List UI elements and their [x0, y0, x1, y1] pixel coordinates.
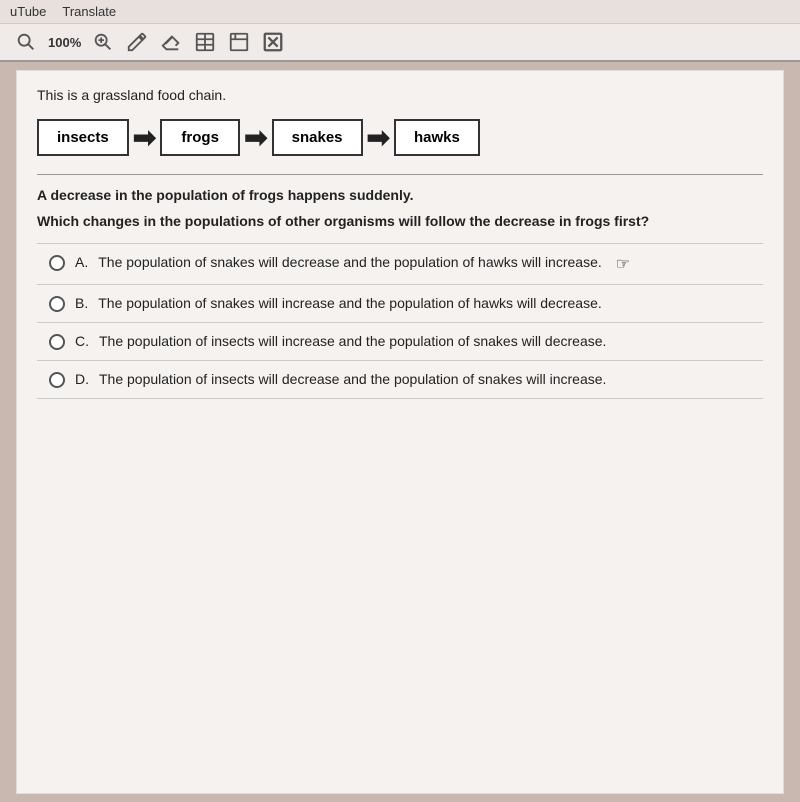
- option-b[interactable]: B. The population of snakes will increas…: [37, 285, 763, 323]
- search-area: [14, 30, 38, 54]
- chain-item-insects: insects: [37, 119, 129, 156]
- content-area: This is a grassland food chain. insects …: [16, 70, 784, 794]
- radio-b[interactable]: [49, 296, 65, 312]
- option-d[interactable]: D. The population of insects will decrea…: [37, 361, 763, 399]
- browser-tabs: uTube Translate: [10, 4, 116, 19]
- option-b-letter: B.: [75, 295, 88, 311]
- tab-translate[interactable]: Translate: [62, 4, 116, 19]
- option-b-text: The population of snakes will increase a…: [98, 295, 602, 311]
- option-c[interactable]: C. The population of insects will increa…: [37, 323, 763, 361]
- cursor-hand-icon: ☞: [616, 254, 630, 274]
- option-a-letter: A.: [75, 254, 88, 270]
- option-a-text: The population of snakes will decrease a…: [98, 254, 602, 270]
- option-d-text: The population of insects will decrease …: [99, 371, 606, 387]
- zoom-level: 100%: [48, 35, 81, 50]
- question-text: Which changes in the populations of othe…: [37, 213, 763, 229]
- toolbar: 100%: [0, 24, 800, 62]
- option-a[interactable]: A. The population of snakes will decreas…: [37, 243, 763, 285]
- search-icon[interactable]: [14, 30, 38, 54]
- option-d-letter: D.: [75, 371, 89, 387]
- option-c-letter: C.: [75, 333, 89, 349]
- close-icon[interactable]: [261, 30, 285, 54]
- intro-text: This is a grassland food chain.: [37, 87, 763, 103]
- browser-bar: uTube Translate: [0, 0, 800, 24]
- divider-1: [37, 174, 763, 175]
- pencil-icon[interactable]: [125, 30, 149, 54]
- chain-item-snakes: snakes: [272, 119, 363, 156]
- radio-c[interactable]: [49, 334, 65, 350]
- zoom-in-icon[interactable]: [91, 30, 115, 54]
- eraser-icon[interactable]: [159, 30, 183, 54]
- radio-a[interactable]: [49, 255, 65, 271]
- book-icon[interactable]: [193, 30, 217, 54]
- arrow-1: ➡: [133, 124, 156, 152]
- option-c-text: The population of insects will increase …: [99, 333, 606, 349]
- radio-d[interactable]: [49, 372, 65, 388]
- arrow-3: ➡: [367, 124, 390, 152]
- answer-options: A. The population of snakes will decreas…: [37, 243, 763, 399]
- description-text: A decrease in the population of frogs ha…: [37, 187, 763, 203]
- food-chain-diagram: insects ➡ frogs ➡ snakes ➡ hawks: [37, 119, 763, 156]
- note-icon[interactable]: [227, 30, 251, 54]
- tab-youtube[interactable]: uTube: [10, 4, 46, 19]
- chain-item-hawks: hawks: [394, 119, 480, 156]
- arrow-2: ➡: [244, 124, 267, 152]
- chain-item-frogs: frogs: [160, 119, 240, 156]
